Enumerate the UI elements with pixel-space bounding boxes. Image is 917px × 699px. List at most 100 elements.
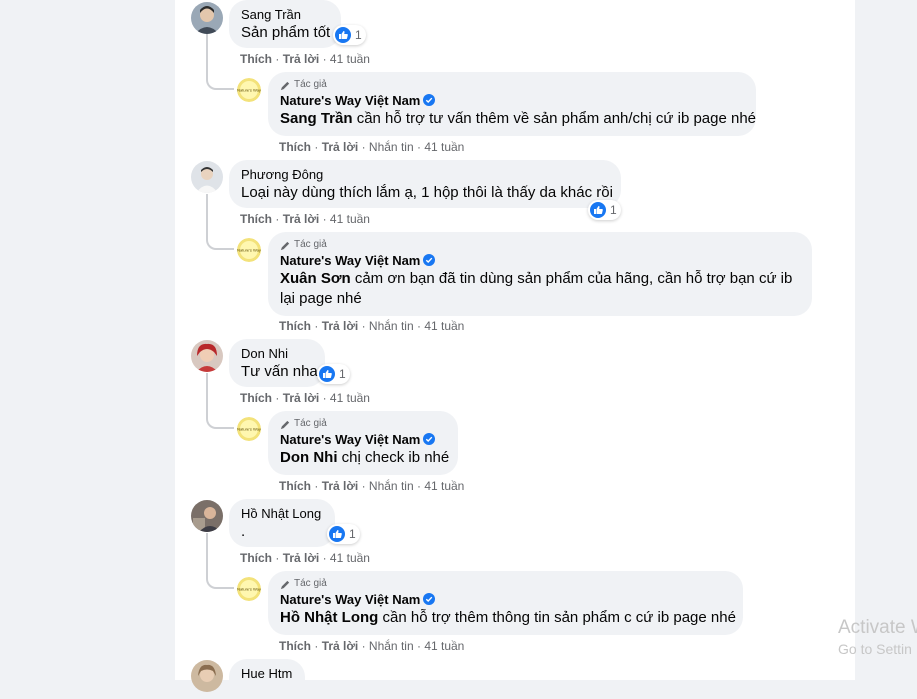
timestamp[interactable]: 41 tuần xyxy=(424,479,464,493)
reaction-count[interactable]: 1 xyxy=(327,524,360,544)
message-link[interactable]: Nhắn tin xyxy=(369,479,414,493)
like-reaction-icon xyxy=(590,202,606,218)
avatar[interactable] xyxy=(191,161,223,193)
comment-bubble: Hue Htm xyxy=(229,659,305,699)
reply-link[interactable]: Trả lời xyxy=(283,52,320,66)
reply-link[interactable]: Trả lời xyxy=(322,140,359,154)
reaction-count[interactable]: 1 xyxy=(588,200,621,220)
svg-text:Nature's Way: Nature's Way xyxy=(237,427,261,432)
avatar[interactable] xyxy=(191,340,223,372)
page-avatar[interactable]: Nature's Way xyxy=(237,577,261,601)
verified-badge-icon xyxy=(423,94,436,106)
like-link[interactable]: Thích xyxy=(279,639,311,653)
message-link[interactable]: Nhắn tin xyxy=(369,140,414,154)
comment-actions: Thích · Trả lời · 41 tuần xyxy=(240,52,370,66)
reply-text: Hồ Nhật Long cần hỗ trợ thêm thông tin s… xyxy=(280,609,736,626)
svg-text:Nature's Way: Nature's Way xyxy=(237,88,261,93)
verified-badge-icon xyxy=(423,433,436,445)
comment-actions: Thích · Trả lời · 41 tuần xyxy=(240,212,370,226)
like-link[interactable]: Thích xyxy=(240,212,272,226)
message-link[interactable]: Nhắn tin xyxy=(369,639,414,653)
timestamp[interactable]: 41 tuần xyxy=(330,212,370,226)
comment-text: Tư vấn nha xyxy=(241,363,318,380)
like-link[interactable]: Thích xyxy=(279,140,311,154)
like-link[interactable]: Thích xyxy=(240,52,272,66)
reply-link[interactable]: Trả lời xyxy=(322,639,359,653)
timestamp[interactable]: 41 tuần xyxy=(330,391,370,405)
comment-author[interactable]: Hồ Nhật Long xyxy=(241,506,323,522)
page-avatar[interactable]: Nature's Way xyxy=(237,417,261,441)
comment-text: . xyxy=(241,523,246,540)
comment-text: Sản phẩm tốt xyxy=(241,24,331,41)
avatar[interactable] xyxy=(191,2,223,34)
like-link[interactable]: Thích xyxy=(279,319,311,333)
reaction-number: 1 xyxy=(339,367,346,381)
timestamp[interactable]: 41 tuần xyxy=(424,140,464,154)
thread-elbow xyxy=(206,236,234,250)
activation-watermark: Activate W Go to Settin xyxy=(838,616,917,658)
reply-text: Don Nhi chị check ib nhé xyxy=(280,449,450,466)
avatar[interactable] xyxy=(191,500,223,532)
like-link[interactable]: Thích xyxy=(240,551,272,565)
watermark-subtitle: Go to Settin xyxy=(838,641,912,657)
reply-link[interactable]: Trả lời xyxy=(283,551,320,565)
pencil-icon xyxy=(280,580,290,589)
reaction-count[interactable]: 1 xyxy=(333,25,366,45)
thread-elbow xyxy=(206,575,234,589)
like-reaction-icon xyxy=(335,27,351,43)
comment-bubble: Don Nhi Tư vấn nha xyxy=(229,339,325,387)
timestamp[interactable]: 41 tuần xyxy=(424,639,464,653)
svg-text:Nature's Way: Nature's Way xyxy=(237,248,261,253)
page-name[interactable]: Nature's Way Việt Nam xyxy=(280,592,731,608)
like-link[interactable]: Thích xyxy=(279,479,311,493)
reply-text: Sang Trần cần hỗ trợ tư vấn thêm về sản … xyxy=(280,110,757,127)
reply-actions: Thích · Trả lời · Nhắn tin · 41 tuần xyxy=(279,639,465,653)
page-name[interactable]: Nature's Way Việt Nam xyxy=(280,253,800,269)
pencil-icon xyxy=(280,241,290,250)
reply-link[interactable]: Trả lời xyxy=(283,391,320,405)
reply-bubble: Tác giả Nature's Way Việt Nam Don Nhi ch… xyxy=(268,411,458,475)
watermark-title: Activate W xyxy=(838,617,917,638)
thread-line xyxy=(206,533,208,579)
svg-text:Nature's Way: Nature's Way xyxy=(237,587,261,592)
comment-author[interactable]: Sang Trần xyxy=(241,7,329,23)
reply-bubble: Tác giả Nature's Way Việt Nam Hồ Nhật Lo… xyxy=(268,571,743,635)
page-name[interactable]: Nature's Way Việt Nam xyxy=(280,432,446,448)
reply-actions: Thích · Trả lời · Nhắn tin · 41 tuần xyxy=(279,319,465,333)
thread-line xyxy=(206,194,208,240)
reply-link[interactable]: Trả lời xyxy=(283,212,320,226)
comment-author[interactable]: Don Nhi xyxy=(241,346,313,362)
verified-badge-icon xyxy=(423,254,436,266)
page-avatar[interactable]: Nature's Way xyxy=(237,78,261,102)
page-name[interactable]: Nature's Way Việt Nam xyxy=(280,93,744,109)
comment-bubble: Hồ Nhật Long . xyxy=(229,499,335,547)
page-avatar[interactable]: Nature's Way xyxy=(237,238,261,262)
thread-line xyxy=(206,34,208,80)
comment-bubble: Sang Trần Sản phẩm tốt xyxy=(229,0,341,48)
reply-bubble: Tác giả Nature's Way Việt Nam Xuân Sơn c… xyxy=(268,232,812,316)
like-link[interactable]: Thích xyxy=(240,391,272,405)
message-link[interactable]: Nhắn tin xyxy=(369,319,414,333)
reaction-number: 1 xyxy=(355,28,362,42)
reply-link[interactable]: Trả lời xyxy=(322,479,359,493)
mention-link[interactable]: Sang Trần xyxy=(280,110,353,127)
comment-author[interactable]: Phương Đông xyxy=(241,167,609,183)
reaction-count[interactable]: 1 xyxy=(317,364,350,384)
timestamp[interactable]: 41 tuần xyxy=(330,551,370,565)
author-badge: Tác giả xyxy=(280,78,744,92)
reply-actions: Thích · Trả lời · Nhắn tin · 41 tuần xyxy=(279,479,465,493)
comment-text: Loại này dùng thích lắm ạ, 1 hộp thôi là… xyxy=(241,184,613,201)
timestamp[interactable]: 41 tuần xyxy=(330,52,370,66)
author-badge: Tác giả xyxy=(280,577,731,591)
mention-link[interactable]: Hồ Nhật Long xyxy=(280,609,378,626)
timestamp[interactable]: 41 tuần xyxy=(424,319,464,333)
reaction-number: 1 xyxy=(610,203,617,217)
reply-actions: Thích · Trả lời · Nhắn tin · 41 tuần xyxy=(279,140,465,154)
reply-link[interactable]: Trả lời xyxy=(322,319,359,333)
avatar[interactable] xyxy=(191,660,223,692)
mention-link[interactable]: Don Nhi xyxy=(280,449,338,466)
pencil-icon xyxy=(280,420,290,429)
mention-link[interactable]: Xuân Sơn xyxy=(280,270,351,287)
like-reaction-icon xyxy=(319,366,335,382)
reply-bubble: Tác giả Nature's Way Việt Nam Sang Trần … xyxy=(268,72,756,136)
